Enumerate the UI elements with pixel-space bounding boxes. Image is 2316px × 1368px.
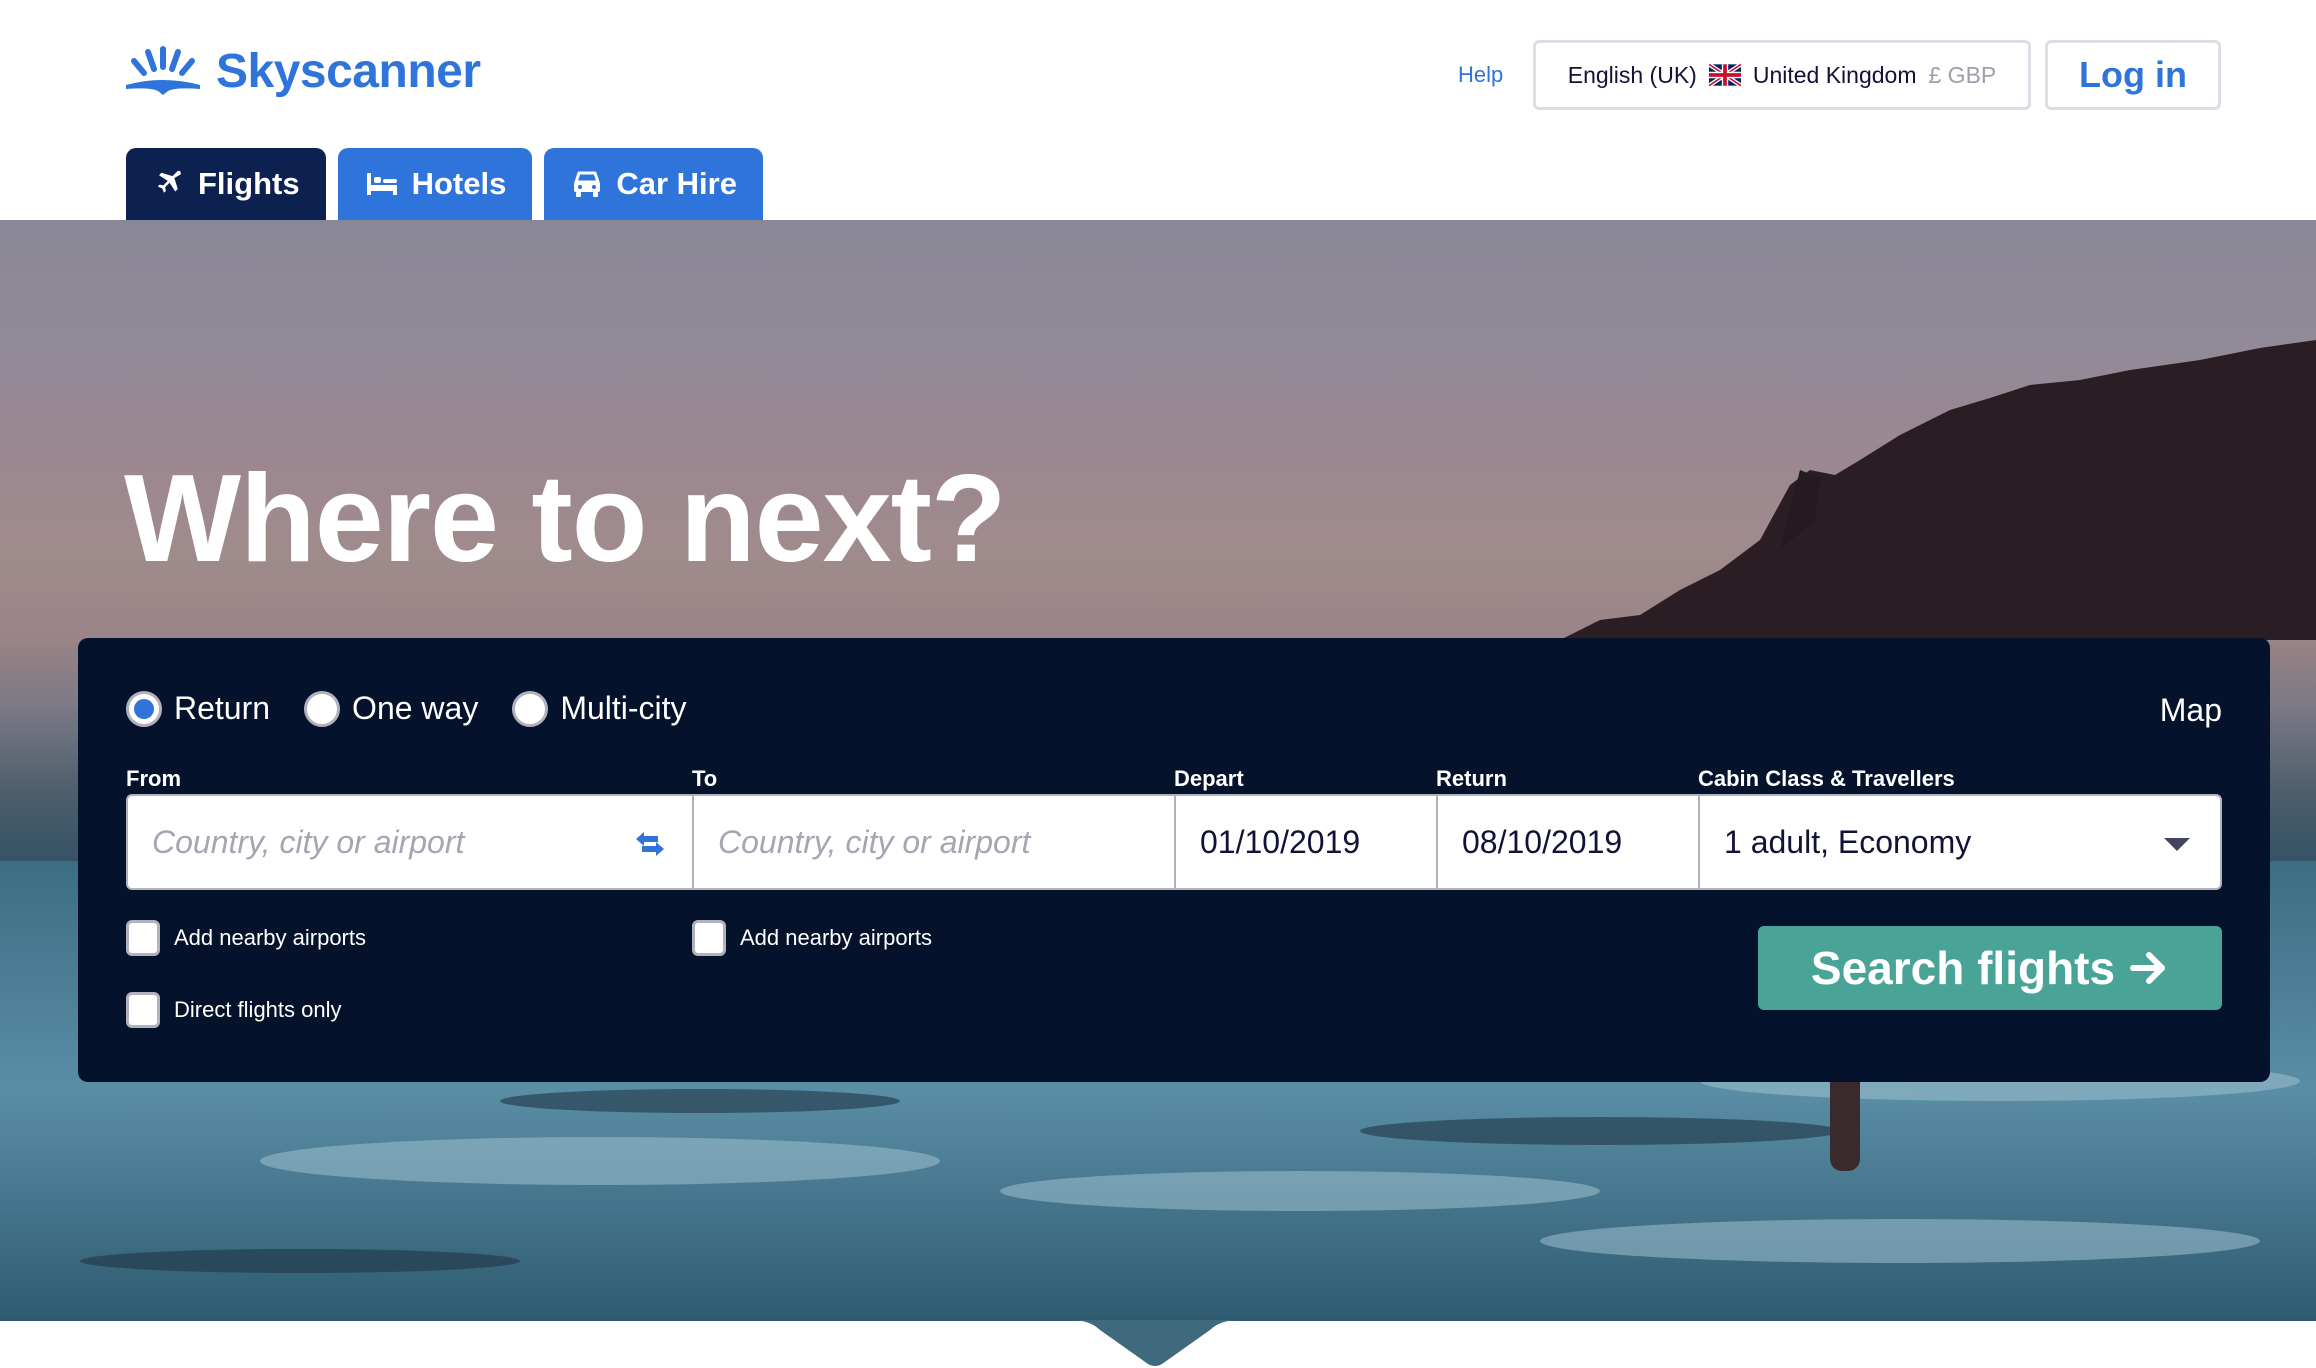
tab-label: Hotels xyxy=(411,166,507,201)
trip-type-one-way[interactable]: One way xyxy=(304,690,478,727)
product-tabs: Flights Hotels Car Hire xyxy=(126,148,763,220)
return-date-value: 08/10/2019 xyxy=(1462,823,1623,860)
checkbox[interactable] xyxy=(126,920,160,956)
from-nearby-airports-option[interactable]: Add nearby airports xyxy=(126,920,366,956)
checkbox[interactable] xyxy=(692,920,726,956)
plane-icon xyxy=(157,170,181,193)
login-button[interactable]: Log in xyxy=(2045,40,2221,110)
trip-type-return[interactable]: Return xyxy=(126,690,270,727)
from-label: From xyxy=(126,766,181,791)
checkbox-label: Direct flights only xyxy=(174,997,342,1022)
to-input[interactable] xyxy=(694,796,1174,888)
trip-type-multi-city[interactable]: Multi-city xyxy=(512,690,687,727)
sunrise-logo-icon xyxy=(126,46,200,95)
radio-button[interactable] xyxy=(512,690,549,727)
depart-date-value: 01/10/2019 xyxy=(1200,823,1361,860)
hero-title: Where to next? xyxy=(124,450,1007,588)
to-label: To xyxy=(692,766,718,791)
cabin-travellers-label: Cabin Class & Travellers xyxy=(1698,766,1955,791)
flight-search-panel: Return One way Multi-city Map From To De… xyxy=(78,638,2270,1082)
car-icon xyxy=(574,171,601,197)
tab-hotels[interactable]: Hotels xyxy=(337,148,533,220)
radio-label: One way xyxy=(352,690,479,726)
cabin-travellers-value: 1 adult, Economy xyxy=(1724,823,1972,860)
to-nearby-airports-option[interactable]: Add nearby airports xyxy=(692,920,932,956)
bed-icon xyxy=(366,173,397,195)
search-fields-row: 01/10/2019 08/10/2019 1 adult, Economy xyxy=(126,794,2222,890)
checkbox-label: Add nearby airports xyxy=(740,925,932,950)
site-header: Skyscanner Help English (UK) United King… xyxy=(0,0,2316,220)
swap-airports-icon[interactable] xyxy=(634,830,666,858)
cabin-travellers-selector[interactable]: 1 adult, Economy xyxy=(1700,796,2220,888)
brand-name: Skyscanner xyxy=(216,44,481,98)
return-label: Return xyxy=(1436,766,1507,791)
section-notch xyxy=(1070,1320,1240,1366)
tab-car-hire[interactable]: Car Hire xyxy=(544,148,763,220)
locale-selector-button[interactable]: English (UK) United Kingdom £ GBP xyxy=(1533,40,2031,110)
map-link[interactable]: Map xyxy=(2160,692,2222,729)
help-link[interactable]: Help xyxy=(1458,62,1503,88)
radio-button[interactable] xyxy=(304,690,341,727)
chevron-down-icon xyxy=(2164,838,2190,851)
radio-button[interactable] xyxy=(126,690,162,727)
from-input[interactable] xyxy=(128,796,692,888)
arrow-right-icon xyxy=(2130,952,2166,984)
tab-label: Car Hire xyxy=(616,166,737,201)
language-label: English (UK) xyxy=(1567,61,1697,88)
search-button-label: Search flights xyxy=(1810,942,2116,994)
tab-label: Flights xyxy=(198,166,300,201)
search-flights-button[interactable]: Search flights xyxy=(1758,926,2222,1010)
from-field[interactable] xyxy=(128,796,694,888)
uk-flag-icon xyxy=(1708,63,1741,87)
depart-date-field[interactable]: 01/10/2019 xyxy=(1176,796,1438,888)
trip-type-radio-group: Return One way Multi-city xyxy=(126,690,721,727)
radio-label: Return xyxy=(174,690,271,726)
depart-label: Depart xyxy=(1174,766,1244,791)
tab-flights[interactable]: Flights xyxy=(126,148,326,220)
checkbox-label: Add nearby airports xyxy=(174,925,366,950)
return-date-field[interactable]: 08/10/2019 xyxy=(1438,796,1700,888)
country-label: United Kingdom xyxy=(1752,61,1917,88)
direct-flights-only-option[interactable]: Direct flights only xyxy=(126,992,342,1028)
to-field[interactable] xyxy=(694,796,1176,888)
skyscanner-logo[interactable]: Skyscanner xyxy=(124,36,481,106)
currency-label: £ GBP xyxy=(1928,61,1997,88)
radio-label: Multi-city xyxy=(560,690,687,726)
checkbox[interactable] xyxy=(126,992,160,1028)
